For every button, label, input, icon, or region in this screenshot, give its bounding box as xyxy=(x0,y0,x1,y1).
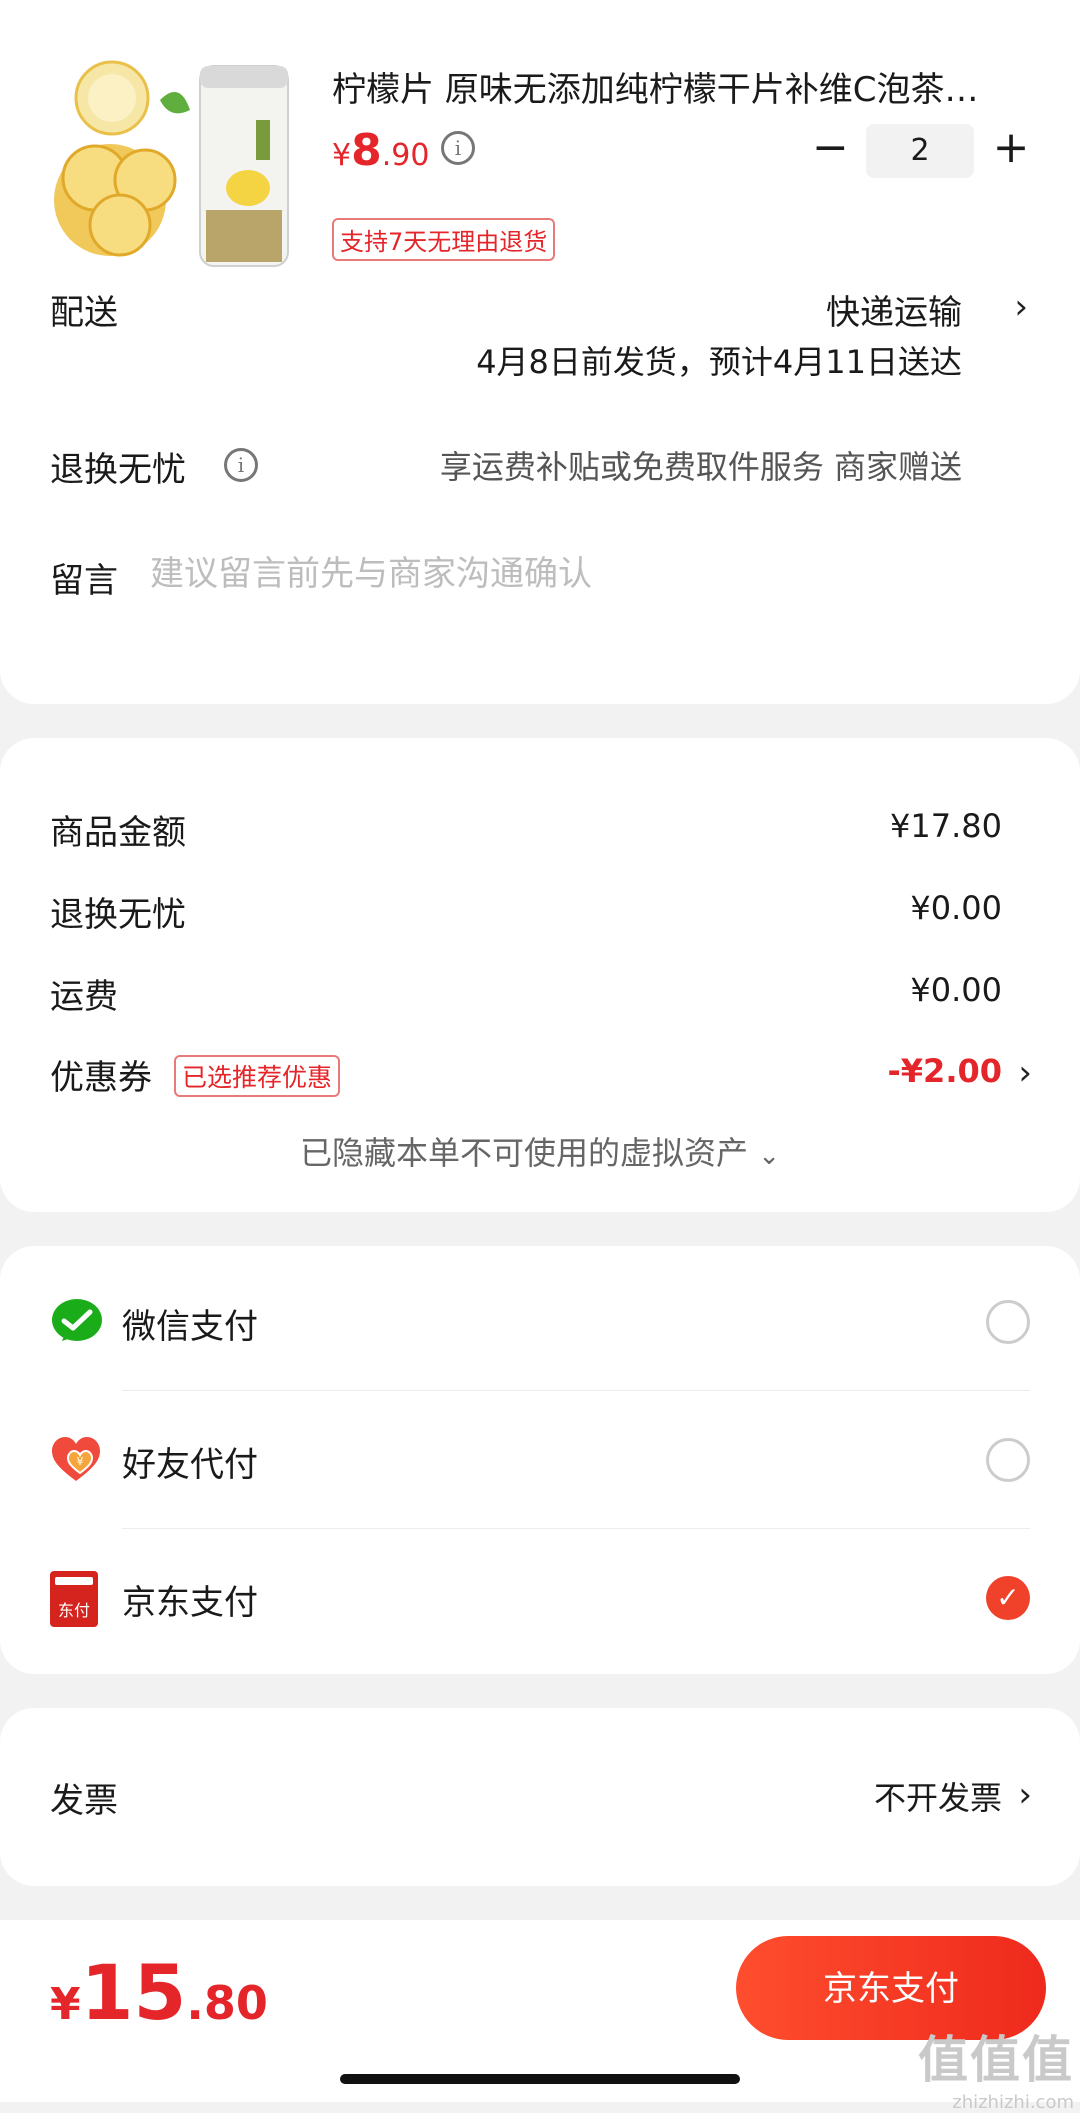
return-policy-badge: 支持7天无理由退货 xyxy=(332,218,556,261)
return-service-desc: 享运费补贴或免费取件服务 商家赠送 xyxy=(439,448,962,486)
friend-pay-icon: ¥ xyxy=(52,1437,100,1481)
delivery-method[interactable]: 快递运输 xyxy=(826,285,962,334)
radio-checked-icon[interactable]: ✓ xyxy=(986,1576,1030,1620)
product-price: ¥8.90 xyxy=(332,125,429,176)
jd-pay-icon: 东付 xyxy=(50,1571,98,1627)
total-decimal: .80 xyxy=(186,1976,268,2030)
home-indicator[interactable] xyxy=(340,2074,740,2084)
watermark-url: zhizhizhi.com xyxy=(952,2092,1074,2113)
quantity-increase-button[interactable]: + xyxy=(990,124,1032,176)
chevron-down-icon: ⌄ xyxy=(758,1141,780,1171)
watermark-logo: 值值值 xyxy=(918,2031,1074,2089)
wechat-pay-icon xyxy=(52,1299,102,1341)
shipping-fee-label: 运费 xyxy=(50,977,118,1017)
chevron-right-icon[interactable]: › xyxy=(1018,1053,1032,1093)
goods-amount-value: ¥17.80 xyxy=(890,807,1002,845)
payment-label: 微信支付 xyxy=(122,1307,258,1347)
payment-label: 好友代付 xyxy=(122,1445,258,1485)
delivery-date: 4月8日前发货，预计4月11日送达 xyxy=(476,343,962,381)
total-price: ¥15.80 xyxy=(50,1948,268,2037)
total-currency: ¥ xyxy=(50,1979,81,2030)
info-icon[interactable]: i xyxy=(441,131,475,165)
price-currency: ¥ xyxy=(332,138,352,173)
svg-text:¥: ¥ xyxy=(77,1455,84,1468)
radio-unchecked[interactable] xyxy=(986,1438,1030,1482)
price-integer: 8 xyxy=(351,125,382,176)
payment-label: 京东支付 xyxy=(122,1583,258,1623)
product-title[interactable]: 柠檬片 原味无添加纯柠檬干片补维C泡茶… xyxy=(332,62,1032,111)
return-fee-value: ¥0.00 xyxy=(910,889,1002,927)
coupon-badge: 已选推荐优惠 xyxy=(174,1055,341,1097)
chevron-right-icon[interactable]: › xyxy=(1018,1775,1032,1815)
jd-icon-text: 东付 xyxy=(57,1601,90,1620)
return-fee-label: 退换无忧 xyxy=(50,895,186,935)
watermark: 值值值 zhizhizhi.com xyxy=(918,2020,1074,2113)
coupon-label: 优惠券 xyxy=(50,1058,152,1098)
payment-option-jd[interactable]: 东付 京东支付 ✓ xyxy=(0,1529,1080,1667)
total-integer: 15 xyxy=(80,1948,187,2037)
quantity-input[interactable]: 2 xyxy=(866,124,974,178)
goods-amount-label: 商品金额 xyxy=(50,813,186,853)
note-label: 留言 xyxy=(50,561,118,601)
note-input[interactable] xyxy=(150,549,850,599)
payment-option-wechat[interactable]: 微信支付 xyxy=(0,1253,1080,1391)
invoice-value[interactable]: 不开发票 xyxy=(874,1773,1002,1819)
coupon-value[interactable]: -¥2.00 xyxy=(888,1052,1003,1090)
quantity-decrease-button[interactable]: − xyxy=(812,124,849,176)
delivery-label: 配送 xyxy=(50,293,118,333)
payment-option-friend[interactable]: ¥ 好友代付 xyxy=(0,1391,1080,1529)
info-icon[interactable]: i xyxy=(224,448,258,482)
hidden-assets-text: 已隐藏本单不可使用的虚拟资产 xyxy=(300,1134,749,1172)
chevron-right-icon[interactable]: › xyxy=(1014,287,1028,327)
return-service-label: 退换无忧 xyxy=(50,450,186,490)
price-decimal: .90 xyxy=(381,138,430,173)
shipping-fee-value: ¥0.00 xyxy=(910,971,1002,1009)
invoice-label: 发票 xyxy=(50,1781,118,1821)
product-image[interactable] xyxy=(50,60,310,270)
radio-unchecked[interactable] xyxy=(986,1300,1030,1344)
hidden-assets-toggle[interactable]: 已隐藏本单不可使用的虚拟资产 ⌄ xyxy=(0,1128,1080,1174)
